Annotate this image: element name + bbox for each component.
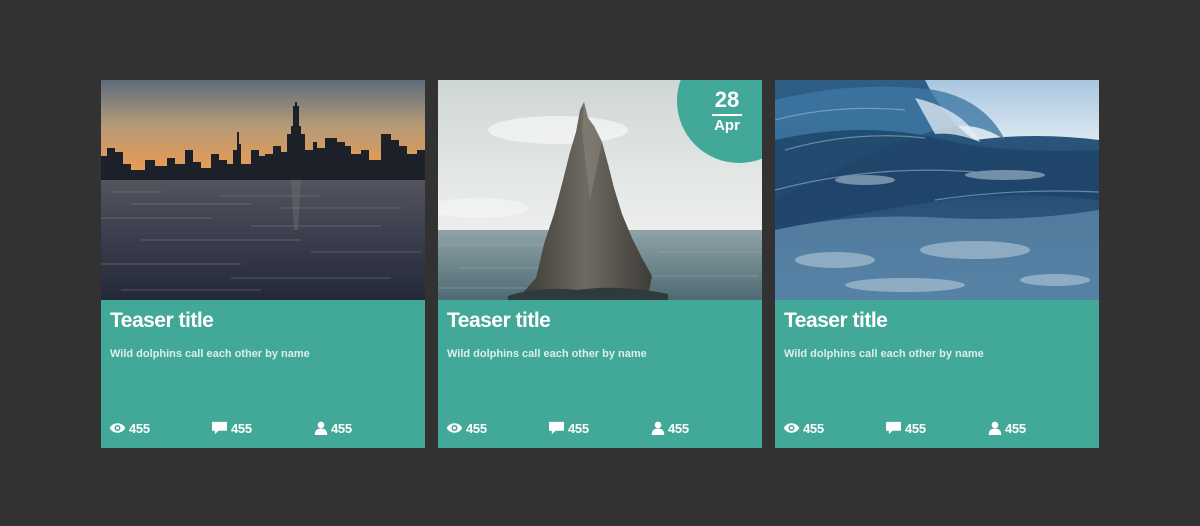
comments-count: 455 — [231, 420, 252, 436]
card-title[interactable]: Teaser title — [110, 309, 214, 333]
comments-count: 455 — [568, 420, 589, 436]
views-icon — [446, 422, 463, 434]
teaser-card-2[interactable]: 28 Apr Teaser title Wild dolphins call e… — [438, 80, 762, 448]
teaser-card-1[interactable]: Teaser title Wild dolphins call each oth… — [101, 80, 425, 448]
date-divider — [712, 114, 742, 116]
card-image-city-skyline[interactable] — [101, 80, 425, 300]
views-stat: 455 — [109, 420, 150, 436]
users-count: 455 — [331, 420, 352, 436]
comments-icon — [548, 421, 565, 435]
views-stat: 455 — [446, 420, 487, 436]
comments-icon — [885, 421, 902, 435]
comments-stat: 455 — [885, 420, 926, 436]
views-icon — [109, 422, 126, 434]
card-description: Wild dolphins call each other by name — [447, 348, 647, 360]
users-stat: 455 — [988, 420, 1026, 436]
teaser-grid: Teaser title Wild dolphins call each oth… — [0, 0, 1200, 526]
views-count: 455 — [129, 420, 150, 436]
users-stat: 455 — [651, 420, 689, 436]
users-count: 455 — [668, 420, 689, 436]
views-count: 455 — [803, 420, 824, 436]
date-month: Apr — [714, 117, 740, 134]
teaser-card-3[interactable]: Teaser title Wild dolphins call each oth… — [775, 80, 1099, 448]
comments-stat: 455 — [211, 420, 252, 436]
user-icon — [314, 421, 328, 435]
card-description: Wild dolphins call each other by name — [110, 348, 310, 360]
card-title[interactable]: Teaser title — [447, 309, 551, 333]
card-description: Wild dolphins call each other by name — [784, 348, 984, 360]
user-icon — [988, 421, 1002, 435]
card-title[interactable]: Teaser title — [784, 309, 888, 333]
views-icon — [783, 422, 800, 434]
users-count: 455 — [1005, 420, 1026, 436]
comments-icon — [211, 421, 228, 435]
comments-stat: 455 — [548, 420, 589, 436]
date-day: 28 — [714, 87, 740, 112]
user-icon — [651, 421, 665, 435]
users-stat: 455 — [314, 420, 352, 436]
comments-count: 455 — [905, 420, 926, 436]
card-image-ocean-wave[interactable] — [775, 80, 1099, 300]
views-stat: 455 — [783, 420, 824, 436]
views-count: 455 — [466, 420, 487, 436]
